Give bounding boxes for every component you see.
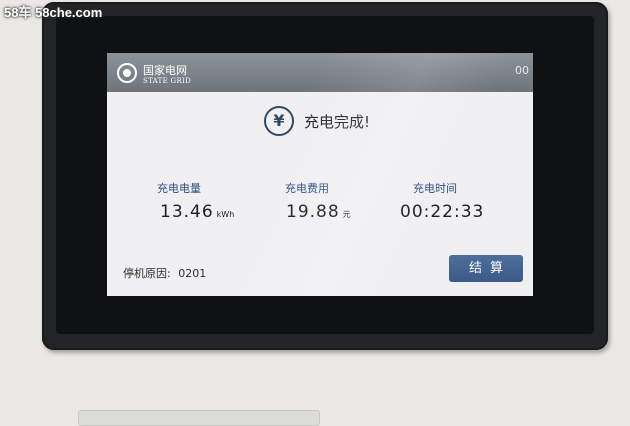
cost-unit: 元: [342, 210, 351, 219]
time-label: 充电时间: [413, 182, 457, 195]
yuan-icon: ¥: [264, 106, 294, 136]
stop-reason: 停机原因: 0201: [123, 265, 206, 281]
energy-value: 13.46 kWh: [160, 202, 234, 222]
cost-number: 19.88: [286, 202, 340, 222]
charging-screen: 国家电网 STATE GRID 00 ¥ 充电完成! 充电电量 13.46 kWh…: [107, 53, 533, 296]
time-number: 00:22:33: [400, 202, 485, 222]
state-grid-logo-icon: [117, 63, 137, 83]
energy-label: 充电电量: [157, 182, 201, 195]
stop-reason-code: 0201: [178, 267, 207, 280]
brand-name-en: STATE GRID: [143, 77, 191, 85]
status-title: 充电完成!: [304, 113, 371, 131]
wall-plate: [78, 410, 320, 426]
header-bar: 国家电网 STATE GRID 00: [107, 53, 533, 92]
settle-button[interactable]: 结算: [449, 255, 523, 282]
cost-value: 19.88 元: [286, 202, 351, 222]
header-time: 00: [515, 64, 529, 77]
cost-label: 充电费用: [285, 182, 329, 195]
stop-reason-label: 停机原因:: [123, 267, 171, 280]
time-value: 00:22:33: [400, 202, 484, 222]
energy-unit: kWh: [216, 210, 235, 219]
energy-number: 13.46: [160, 202, 214, 222]
brand-name-cn: 国家电网: [143, 64, 187, 77]
watermark: 58车 58che.com: [4, 5, 103, 20]
